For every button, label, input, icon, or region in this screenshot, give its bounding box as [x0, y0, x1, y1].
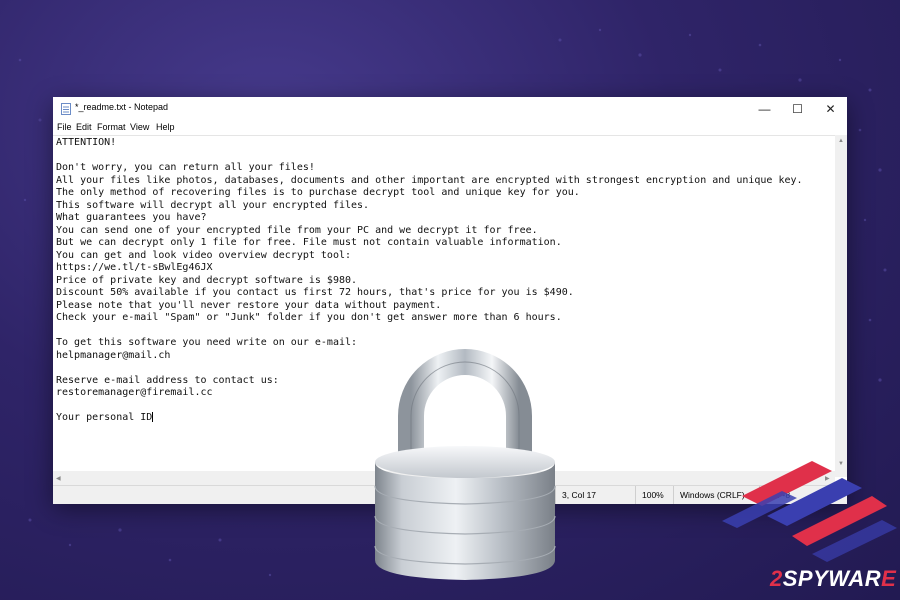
menu-bar: File Edit Format View Help: [53, 121, 847, 135]
menu-view[interactable]: View: [130, 122, 149, 132]
menu-edit[interactable]: Edit: [76, 122, 92, 132]
text-line: What guarantees you have?: [56, 212, 207, 223]
scroll-left-arrow-icon[interactable]: ◀: [56, 475, 61, 482]
personal-id-label: Your personal ID: [56, 412, 153, 423]
maximize-icon: ☐: [792, 102, 803, 116]
close-button[interactable]: ✕: [814, 97, 847, 121]
text-line: This software will decrypt all your encr…: [56, 199, 370, 211]
maximize-button[interactable]: ☐: [781, 97, 814, 121]
text-line: restoremanager@firemail.cc: [56, 387, 213, 398]
close-icon: ✕: [825, 102, 836, 116]
text-line: To get this software you need write on o…: [56, 337, 358, 348]
menu-file[interactable]: File: [57, 122, 72, 132]
text-line: Check your e-mail "Spam" or "Junk" folde…: [56, 312, 562, 323]
text-line: ATTENTION!: [56, 137, 117, 148]
window-title: *_readme.txt - Notepad: [75, 102, 169, 112]
menu-help[interactable]: Help: [156, 122, 175, 132]
text-line: All your files like photos, databases, d…: [56, 174, 803, 186]
text-line: But we can decrypt only 1 file for free.…: [56, 237, 562, 248]
text-line: The only method of recovering files is t…: [56, 187, 580, 198]
status-zoom: 100%: [635, 486, 672, 504]
text-line: Don't worry, you can return all your fil…: [56, 162, 315, 173]
status-cursor-position: 3, Col 17: [555, 486, 640, 504]
minimize-button[interactable]: —: [748, 97, 781, 121]
text-line: Price of private key and decrypt softwar…: [56, 274, 358, 286]
text-line: Discount 50% available if you contact us…: [56, 287, 574, 298]
scroll-up-arrow-icon[interactable]: ▲: [838, 138, 844, 144]
text-caret: [152, 412, 154, 422]
notepad-file-icon: [61, 103, 71, 115]
spyware-logo: 2SPYWARE: [770, 566, 897, 591]
decorative-stripes-graphic: [722, 461, 897, 562]
text-line: helpmanager@mail.ch: [56, 349, 171, 361]
text-line: https://we.tl/t-sBwlEg46JX: [56, 262, 213, 273]
text-line: Reserve e-mail address to contact us:: [56, 374, 279, 386]
menu-format[interactable]: Format: [97, 122, 126, 132]
text-line: You can send one of your encrypted file …: [56, 224, 538, 236]
vertical-scrollbar[interactable]: ▲ ▼: [835, 135, 847, 477]
padlock-icon: [374, 349, 556, 580]
title-bar[interactable]: *_readme.txt - Notepad — ☐ ✕: [53, 97, 847, 121]
minimize-icon: —: [758, 102, 771, 116]
text-line: Please note that you'll never restore yo…: [56, 299, 442, 311]
text-line: You can get and look video overview decr…: [56, 249, 352, 261]
text-line-personal-id: Your personal ID: [56, 412, 154, 423]
